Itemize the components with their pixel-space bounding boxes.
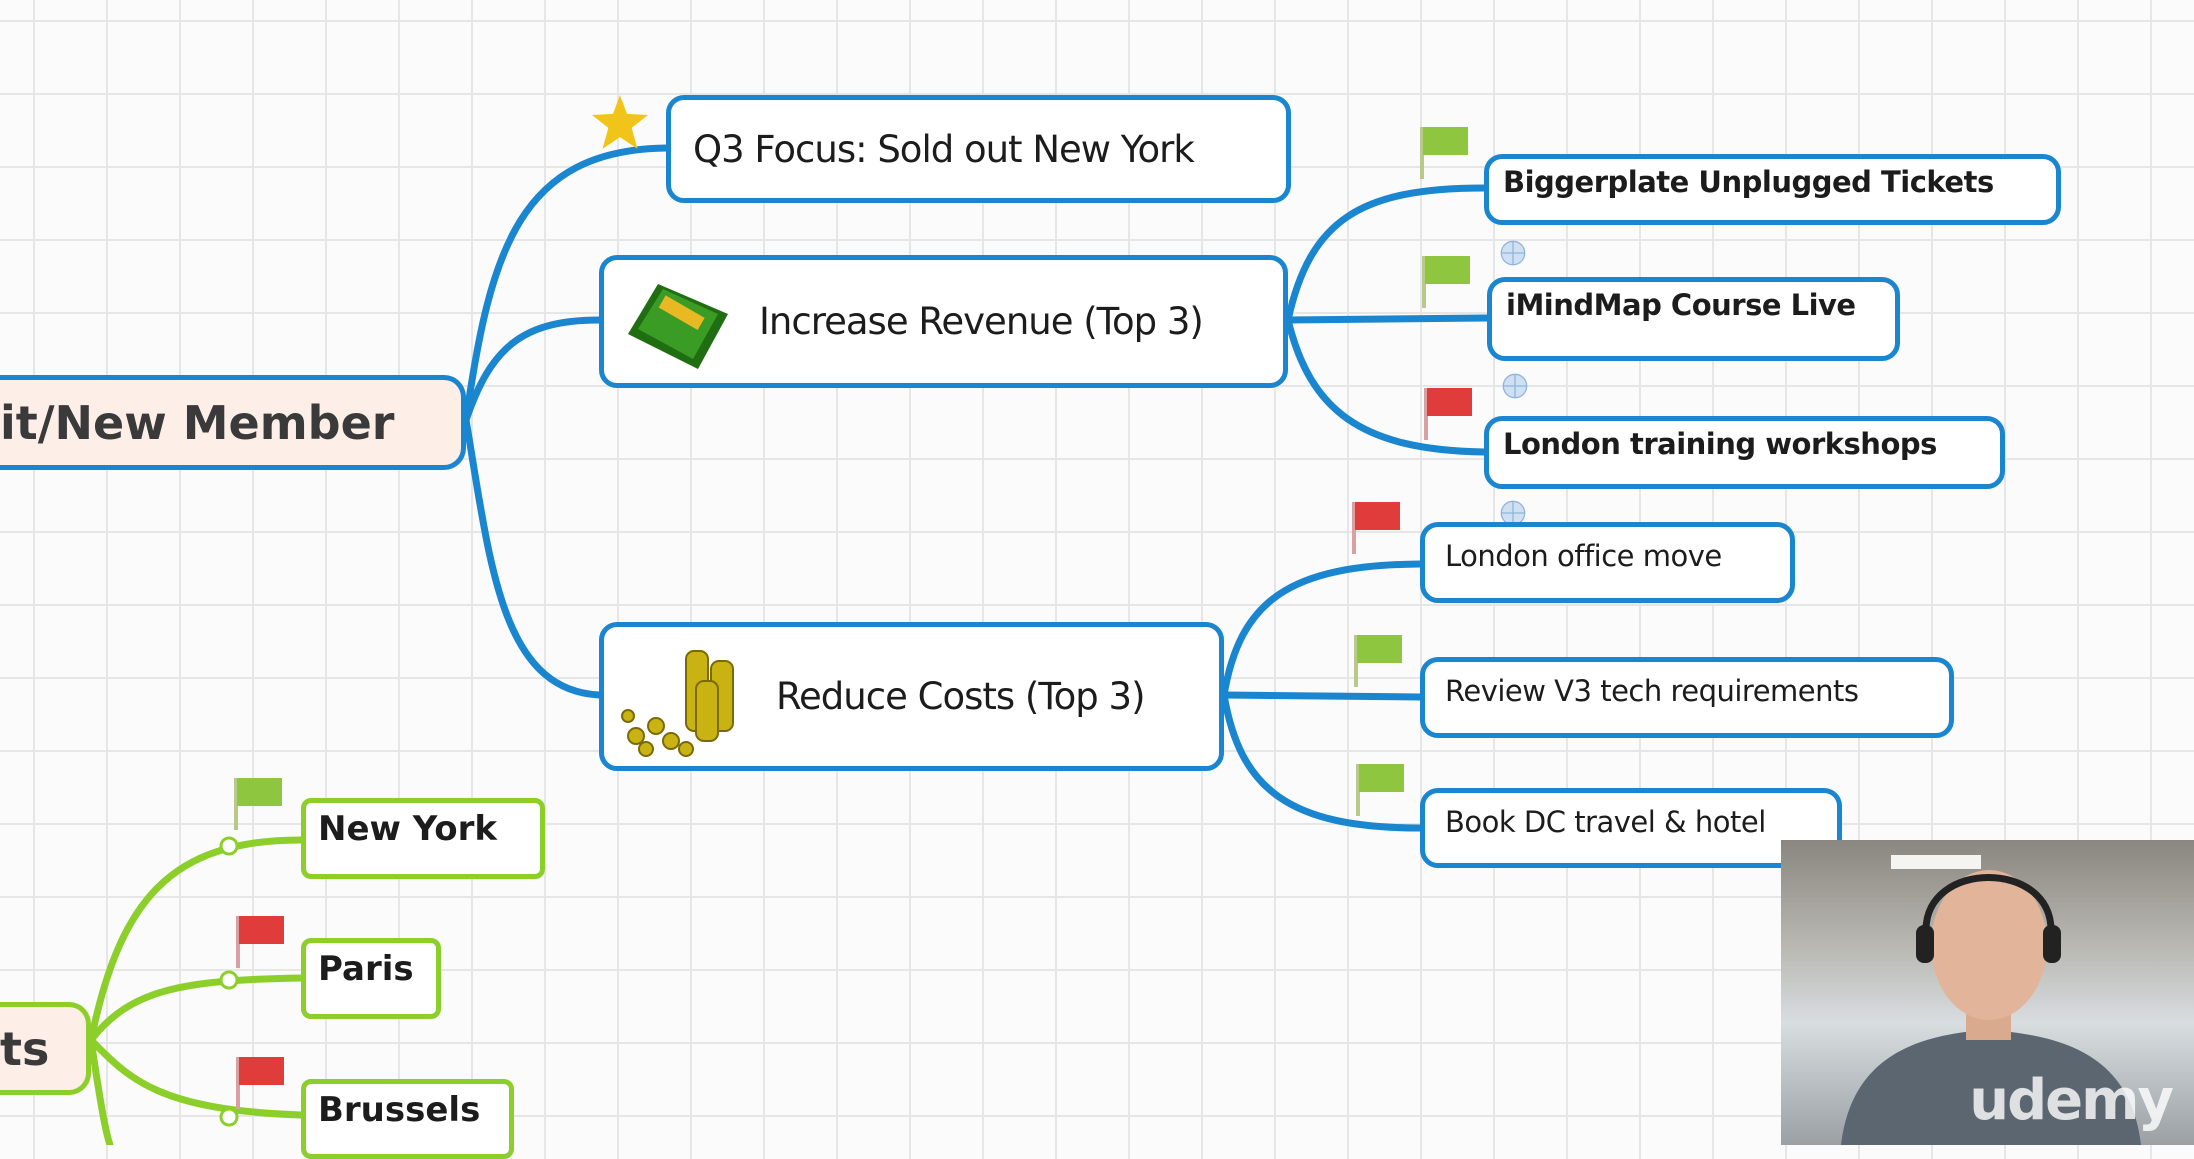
city-label: New York bbox=[318, 809, 497, 849]
city-label: Paris bbox=[318, 949, 414, 989]
task-book-dc-travel[interactable]: Book DC travel & hotel bbox=[1420, 788, 1842, 868]
gold-coins-icon bbox=[621, 650, 734, 757]
task-london-training[interactable]: London training workshops bbox=[1484, 416, 2005, 489]
root2-label: ts bbox=[0, 1021, 50, 1076]
branch-label: Q3 Focus: Sold out New York bbox=[693, 127, 1195, 171]
globe-icon[interactable] bbox=[1502, 373, 1528, 399]
star-icon bbox=[592, 95, 648, 149]
task-label: Biggerplate Unplugged Tickets bbox=[1503, 165, 1994, 199]
link-costs bbox=[462, 416, 603, 699]
link-imindmap bbox=[1284, 314, 1491, 324]
branch-reduce-costs[interactable]: Reduce Costs (Top 3) bbox=[599, 622, 1224, 771]
money-stack-icon bbox=[628, 284, 728, 369]
green-flag-icon bbox=[1356, 764, 1404, 816]
red-flag-icon bbox=[1424, 388, 1472, 440]
task-label: London office move bbox=[1445, 539, 1722, 573]
task-label: Book DC travel & hotel bbox=[1445, 805, 1766, 839]
branch-label: Increase Revenue (Top 3) bbox=[759, 300, 1204, 343]
red-flag-icon bbox=[236, 1057, 284, 1109]
task-biggerplate-tickets[interactable]: Biggerplate Unplugged Tickets bbox=[1484, 154, 2061, 225]
task-london-office-move[interactable]: London office move bbox=[1420, 522, 1795, 603]
root-label: it/New Member bbox=[0, 395, 395, 450]
task-review-v3[interactable]: Review V3 tech requirements bbox=[1420, 657, 1954, 738]
task-label: Review V3 tech requirements bbox=[1445, 674, 1859, 708]
city-brussels[interactable]: Brussels bbox=[301, 1079, 514, 1159]
udemy-watermark: udemy bbox=[1969, 1068, 2174, 1133]
city-label: Brussels bbox=[318, 1090, 481, 1130]
green-flag-icon bbox=[1420, 127, 1468, 179]
link-paris bbox=[87, 974, 305, 1044]
green-flag-icon bbox=[1422, 256, 1470, 308]
branch-q3-focus[interactable]: Q3 Focus: Sold out New York bbox=[666, 95, 1291, 203]
task-imindmap-course[interactable]: iMindMap Course Live bbox=[1487, 277, 1900, 361]
red-flag-icon bbox=[1352, 502, 1400, 554]
link-revenue bbox=[462, 316, 603, 424]
green-flag-icon bbox=[234, 778, 282, 830]
webcam-overlay: udemy bbox=[1781, 840, 2194, 1145]
root-node-2[interactable]: ts bbox=[0, 1002, 91, 1095]
branch-label: Reduce Costs (Top 3) bbox=[776, 675, 1146, 718]
city-paris[interactable]: Paris bbox=[301, 938, 441, 1019]
green-flag-icon bbox=[1354, 635, 1402, 687]
link-review bbox=[1220, 691, 1424, 701]
globe-icon[interactable] bbox=[1500, 240, 1526, 266]
city-new-york[interactable]: New York bbox=[301, 798, 545, 879]
task-label: iMindMap Course Live bbox=[1506, 288, 1856, 322]
branch-increase-revenue[interactable]: Increase Revenue (Top 3) bbox=[599, 255, 1288, 388]
red-flag-icon bbox=[236, 916, 284, 968]
task-label: London training workshops bbox=[1503, 427, 1937, 461]
root-node[interactable]: it/New Member bbox=[0, 375, 466, 470]
